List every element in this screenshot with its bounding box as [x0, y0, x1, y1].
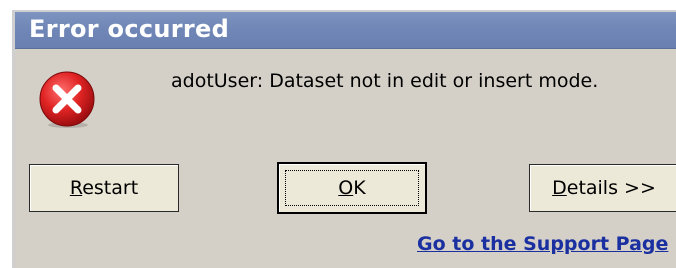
- error-message: adotUser: Dataset not in edit or insert …: [171, 70, 599, 92]
- dialog-title: Error occurred: [29, 15, 230, 43]
- title-bar[interactable]: Error occurred: [15, 12, 676, 49]
- restart-button-label: Restart: [69, 177, 139, 199]
- error-x-icon: [39, 71, 95, 128]
- support-page-link[interactable]: Go to the Support Page: [417, 233, 668, 255]
- restart-button[interactable]: Restart: [29, 164, 179, 212]
- details-button[interactable]: Details >>: [529, 164, 676, 212]
- details-button-label: Details >>: [552, 177, 656, 199]
- ok-button-label: OK: [338, 177, 366, 199]
- ok-button[interactable]: OK: [277, 162, 427, 214]
- focus-rect: OK: [285, 170, 419, 206]
- error-dialog: Error occurred adotUser: Dataset not in …: [12, 10, 676, 268]
